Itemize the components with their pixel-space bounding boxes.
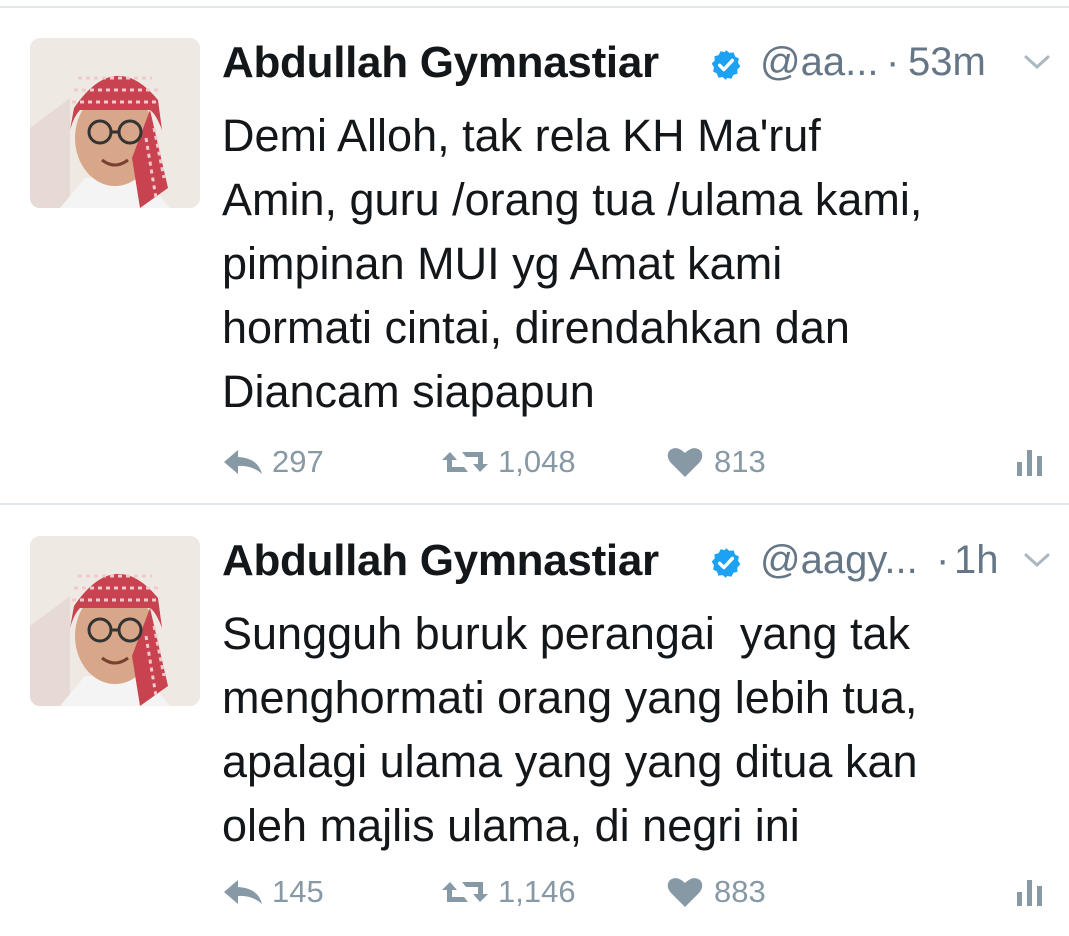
tweet-text-line: Demi Alloh, tak rela KH Ma'ruf: [222, 110, 821, 161]
reply-count: 145: [272, 874, 324, 909]
verified-badge-icon: [711, 548, 741, 578]
handle[interactable]: @aa...: [760, 40, 878, 85]
reply-icon: [224, 450, 262, 474]
tweet-text-line: Sungguh buruk perangai yang tak: [222, 608, 911, 659]
avatar[interactable]: [30, 38, 200, 208]
timestamp[interactable]: 1h: [954, 538, 999, 583]
tweet-divider: [0, 503, 1069, 505]
display-name[interactable]: Abdullah Gymnastiar: [222, 536, 659, 586]
retweet-icon: [442, 452, 488, 472]
tweet-text-line: hormati cintai, direndahkan dan: [222, 302, 850, 353]
retweet-count: 1,146: [498, 874, 576, 909]
like-count: 883: [714, 874, 766, 909]
tweet-header: Abdullah Gymnastiar @aagy... · 1h: [222, 536, 1052, 592]
tweet[interactable]: Abdullah Gymnastiar @aa... · 53m Demi Al…: [0, 8, 1069, 504]
tweet-text: Sungguh buruk perangai yang tak menghorm…: [222, 602, 1052, 858]
verified-badge-icon: [711, 50, 741, 80]
reply-icon: [224, 880, 262, 904]
analytics-icon: [1017, 450, 1042, 476]
display-name[interactable]: Abdullah Gymnastiar: [222, 38, 659, 88]
tweet-text-line: menghormati orang yang lebih tua,: [222, 672, 918, 723]
retweet-icon: [442, 882, 488, 902]
like-count: 813: [714, 444, 766, 479]
chevron-down-icon[interactable]: [1022, 52, 1052, 72]
heart-icon: [667, 878, 703, 907]
retweet-count: 1,048: [498, 444, 576, 479]
heart-icon: [667, 448, 703, 477]
reply-count: 297: [272, 444, 324, 479]
tweet[interactable]: Abdullah Gymnastiar @aagy... · 1h Sunggu…: [0, 506, 1069, 936]
tweet-text-line: Amin, guru /orang tua /ulama kami,: [222, 174, 923, 225]
tweet-text: Demi Alloh, tak rela KH Ma'ruf Amin, gur…: [222, 104, 1052, 424]
tweet-text-line: pimpinan MUI yg Amat kami: [222, 238, 783, 289]
tweet-header: Abdullah Gymnastiar @aa... · 53m: [222, 38, 1052, 94]
tweet-text-line: oleh majlis ulama, di negri ini: [222, 800, 800, 851]
separator-dot: ·: [936, 538, 950, 582]
chevron-down-icon[interactable]: [1022, 550, 1052, 570]
separator-dot: ·: [886, 40, 900, 84]
avatar[interactable]: [30, 536, 200, 706]
handle[interactable]: @aagy...: [760, 538, 918, 583]
tweet-actions: 145 1,146 883: [222, 870, 1052, 914]
tweet-text-line: Diancam siapapun: [222, 366, 595, 417]
timestamp[interactable]: 53m: [908, 40, 986, 85]
tweet-text-line: apalagi ulama yang yang ditua kan: [222, 736, 918, 787]
analytics-icon: [1017, 880, 1042, 906]
tweet-actions: 297 1,048 813: [222, 440, 1052, 484]
